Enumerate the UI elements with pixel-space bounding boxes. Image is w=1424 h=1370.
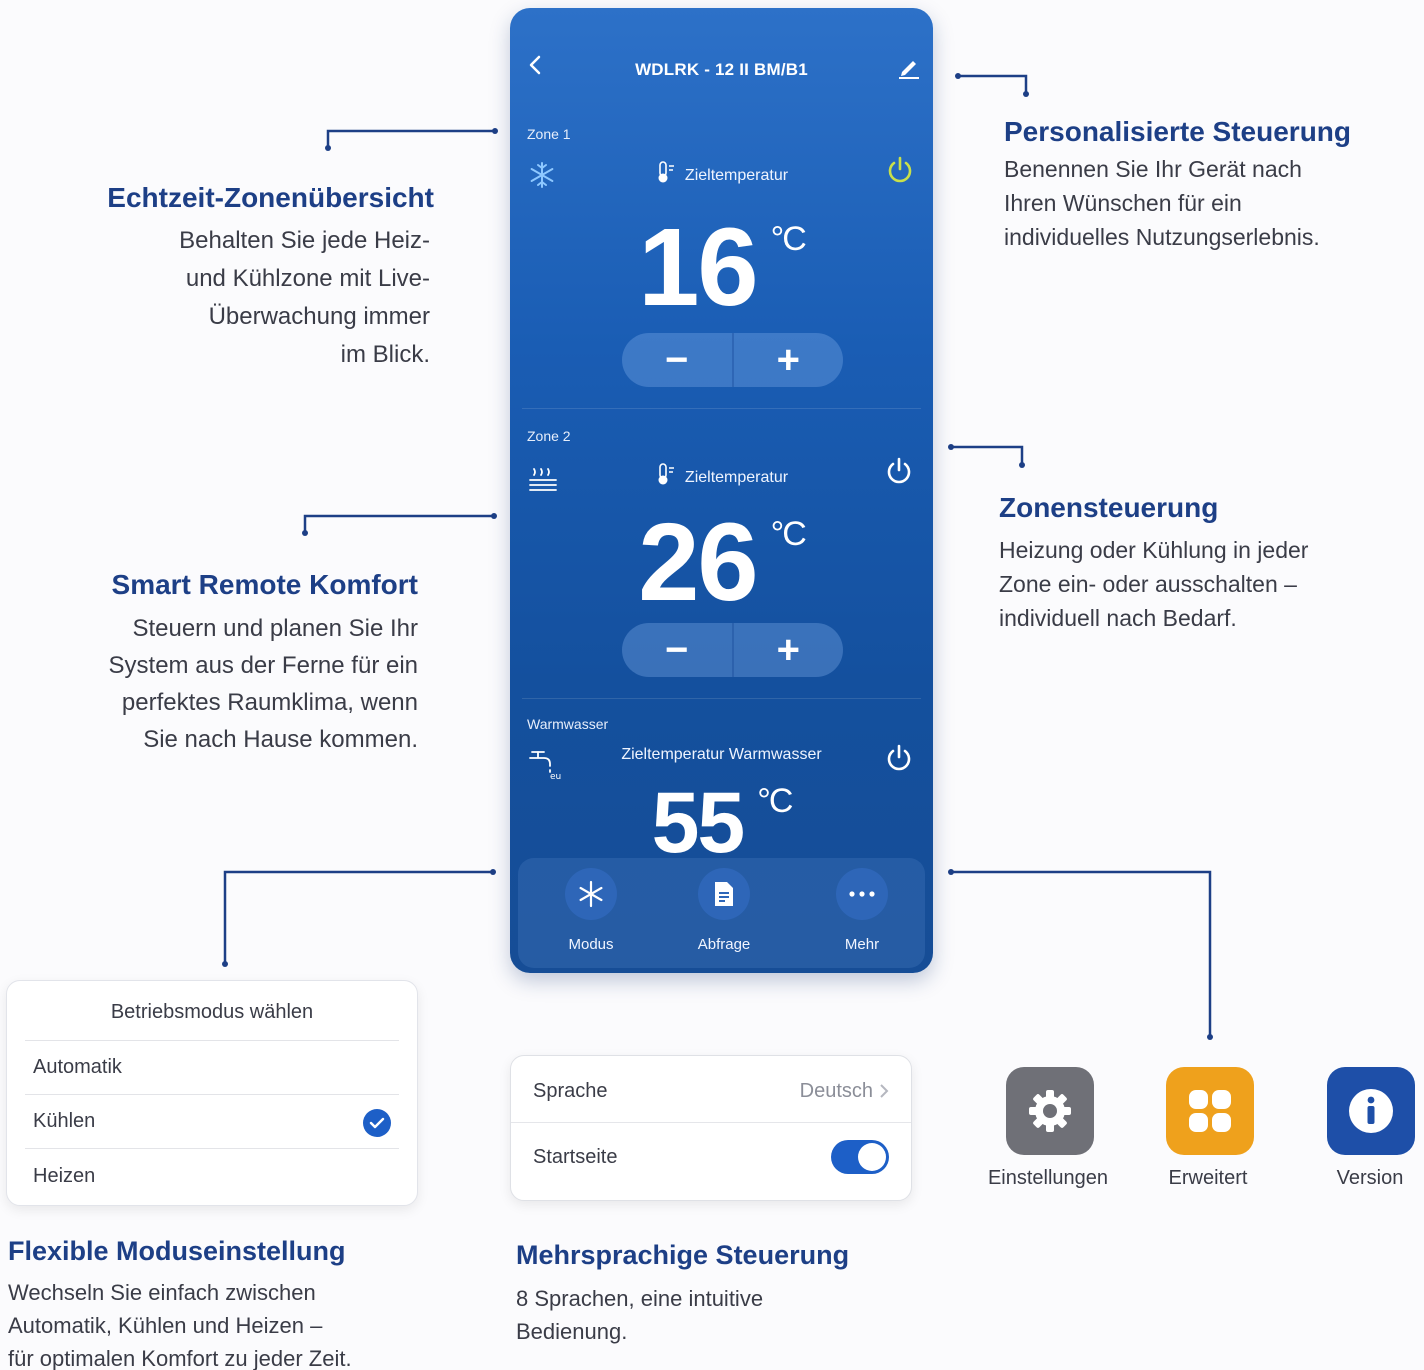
callout-zone-control-title: Zonensteuerung (999, 492, 1219, 523)
zone-1-decrease-button[interactable]: − (622, 333, 734, 387)
callout-flexible-title: Flexible Moduseinstellung (8, 1236, 346, 1266)
more-icon (849, 891, 875, 897)
settings-tile-label: Einstellungen (987, 1167, 1109, 1189)
mode-option-automatik[interactable]: Automatik (25, 1041, 399, 1095)
snowflake-icon (579, 880, 603, 908)
zone-1-temperature: 16 °C (638, 206, 807, 329)
version-tile-label: Version (1336, 1167, 1404, 1189)
thermometer-icon (658, 161, 674, 183)
callout-personal-text: Benennen Sie Ihr Gerät nach Ihren Wünsch… (1004, 156, 1320, 250)
bottom-nav: Modus Abfrage Mehr (518, 858, 925, 968)
home-toggle[interactable] (831, 1140, 889, 1174)
language-row: Sprache Deutsch (511, 1056, 911, 1126)
zone-2-increase-button[interactable]: + (734, 623, 844, 677)
hot-water-target-label: Zieltemperatur Warmwasser (621, 746, 822, 763)
device-title: WDLRK - 12 II BM/B1 (635, 60, 808, 79)
nav-mehr[interactable]: Mehr (807, 868, 917, 953)
settings-tile[interactable] (1006, 1067, 1094, 1155)
mode-option-kuehlen[interactable]: Kühlen (25, 1095, 399, 1149)
callout-zones-overview-text: Behalten Sie jede Heiz- und Kühlzone mit… (179, 227, 430, 368)
callout-zones-overview-title: Echtzeit-Zonenübersicht (107, 182, 434, 213)
zone-2-stepper: − + (622, 623, 843, 677)
zone-1-increase-button[interactable]: + (734, 333, 844, 387)
zone-1-label: Zone 1 (527, 126, 571, 142)
callout-multilang-title: Mehrsprachige Steuerung (516, 1240, 850, 1270)
mode-option-heizen[interactable]: Heizen (25, 1149, 399, 1203)
thermometer-icon (658, 463, 674, 485)
info-icon (1349, 1089, 1393, 1133)
phone-screen: WDLRK - 12 II BM/B1 Zone 1 Zieltemperatu… (510, 8, 933, 973)
back-arrow-icon[interactable] (524, 53, 546, 77)
language-selector[interactable]: Deutsch (800, 1080, 889, 1103)
advanced-tile[interactable] (1166, 1067, 1254, 1155)
zone-divider (522, 408, 921, 409)
hot-water-label: Warmwasser (527, 716, 609, 732)
gear-icon (1029, 1090, 1071, 1132)
hot-water-power-icon[interactable] (884, 743, 914, 773)
zone-1-power-icon[interactable] (885, 155, 915, 185)
hot-water-temperature: 55 °C (651, 775, 794, 871)
chevron-right-icon (880, 1084, 889, 1098)
zone-2-decrease-button[interactable]: − (622, 623, 734, 677)
callout-remote-title: Smart Remote Komfort (111, 569, 418, 600)
mode-selection-card: Betriebsmodus wählen Automatik Kühlen He… (6, 980, 418, 1206)
advanced-tile-label: Erweitert (1168, 1167, 1248, 1189)
nav-abfrage[interactable]: Abfrage (669, 868, 779, 953)
document-icon (715, 882, 733, 906)
zone-2-target-label: Zieltemperatur (510, 462, 933, 487)
settings-card: Sprache Deutsch Startseite (510, 1055, 912, 1201)
mode-card-title: Betriebsmodus wählen (25, 981, 399, 1041)
home-row: Startseite (511, 1122, 911, 1192)
callout-flexible-text: Wechseln Sie einfach zwischen Automatik,… (8, 1280, 352, 1370)
grid-icon (1189, 1090, 1231, 1132)
svg-text:eu: eu (550, 772, 561, 780)
zone-2-temperature: 26 °C (638, 501, 807, 624)
zone-1-stepper: − + (622, 333, 843, 387)
callout-zone-control-text: Heizung oder Kühlung in jeder Zone ein- … (999, 537, 1309, 631)
edit-pencil-icon[interactable] (897, 53, 921, 79)
version-tile[interactable] (1327, 1067, 1415, 1155)
zone-2-power-icon[interactable] (884, 456, 914, 486)
zone-divider (522, 698, 921, 699)
checkmark-icon (363, 1109, 391, 1137)
callout-multilang-text: 8 Sprachen, eine intuitive Bedienung. (516, 1286, 764, 1344)
callout-personal-title: Personalisierte Steuerung (1004, 116, 1352, 147)
zone-1-target-label: Zieltemperatur (510, 160, 933, 185)
callout-remote-text: Steuern und planen Sie Ihr System aus de… (108, 615, 418, 753)
zone-2-label: Zone 2 (527, 428, 571, 444)
nav-modus[interactable]: Modus (536, 868, 646, 953)
